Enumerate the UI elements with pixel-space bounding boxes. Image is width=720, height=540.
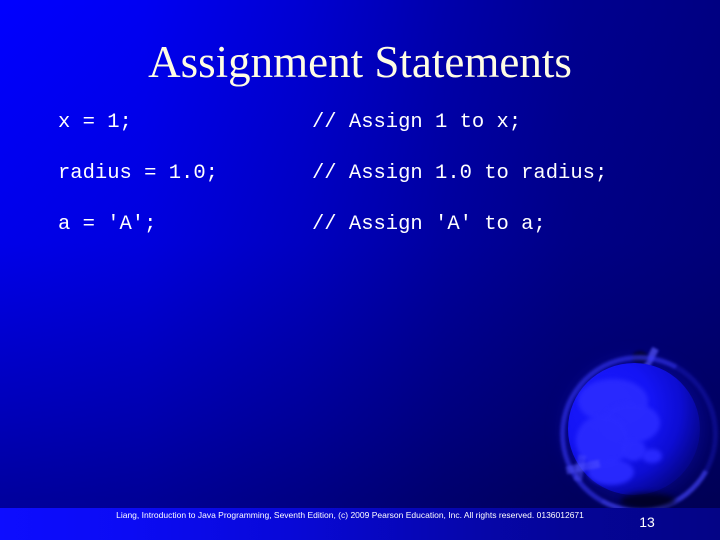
code-listing: x = 1; // Assign 1 to x; radius = 1.0; /… — [58, 110, 698, 263]
code-statement: x = 1; — [58, 111, 132, 134]
footer-credit: Liang, Introduction to Java Programming,… — [116, 510, 584, 520]
code-comment: // Assign 'A' to a; — [312, 213, 546, 236]
code-statement: radius = 1.0; — [58, 162, 218, 185]
code-comment: // Assign 1.0 to radius; — [312, 162, 608, 185]
globe-shadow — [620, 493, 676, 509]
page-number: 13 — [639, 514, 655, 530]
globe-ring — [541, 336, 720, 532]
globe-stand-post — [573, 454, 587, 482]
globe-landmass — [578, 379, 648, 423]
page-title: Assignment Statements — [148, 37, 572, 87]
code-line: x = 1; // Assign 1 to x; — [58, 110, 698, 161]
code-line: a = 'A'; // Assign 'A' to a; — [58, 212, 698, 263]
globe-icon — [541, 336, 720, 532]
code-line: radius = 1.0; // Assign 1.0 to radius; — [58, 161, 698, 212]
presentation-slide: Assignment Statements x = 1; // Assign 1… — [0, 0, 720, 540]
code-comment: // Assign 1 to x; — [312, 111, 522, 134]
globe-landmass — [602, 403, 660, 443]
code-statement: a = 'A'; — [58, 213, 157, 236]
globe-axis — [640, 346, 659, 374]
globe-landmass — [588, 459, 634, 485]
globe-landmass — [642, 449, 662, 463]
globe-sphere — [568, 363, 700, 495]
globe-stand-base — [565, 459, 601, 475]
globe-landmass — [576, 415, 630, 467]
globe-landmass — [620, 439, 646, 461]
globe-axis-knob — [632, 351, 648, 364]
